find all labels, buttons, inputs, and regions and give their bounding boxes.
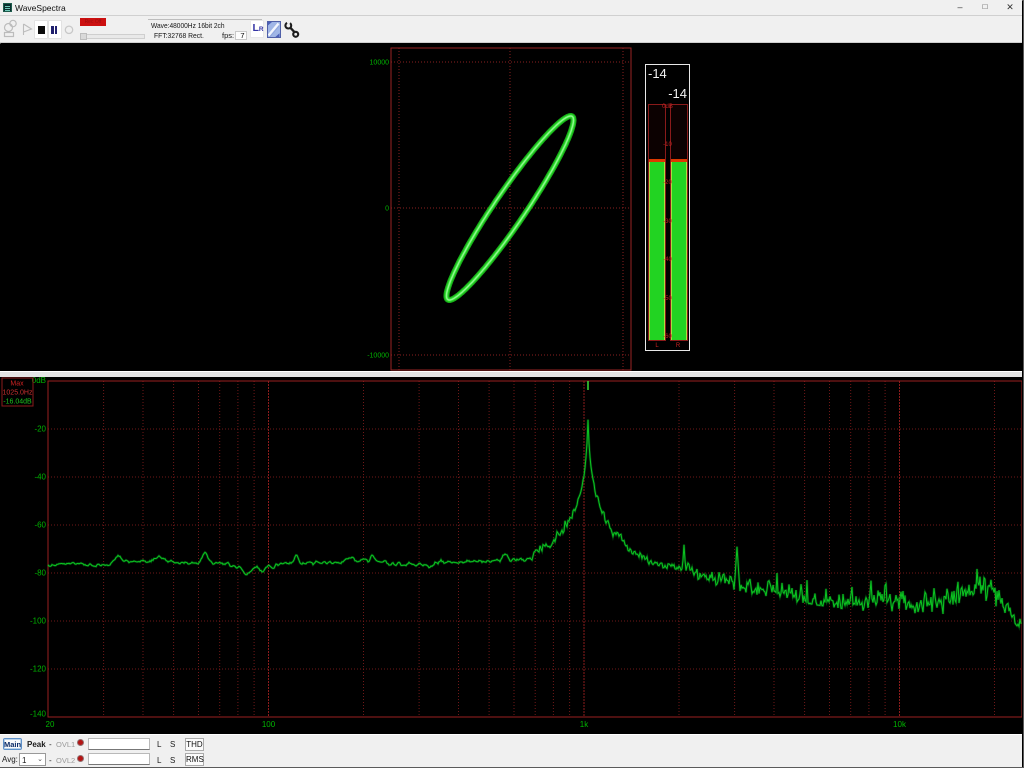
- svg-text:Max: Max: [10, 381, 24, 388]
- svg-text:100: 100: [262, 720, 276, 729]
- svg-text:-10000: -10000: [367, 353, 389, 360]
- svg-text:1025.0Hz: 1025.0Hz: [3, 390, 33, 397]
- svg-text:20: 20: [46, 720, 55, 729]
- svg-text:-40: -40: [34, 473, 46, 482]
- svg-text:10000: 10000: [370, 60, 390, 67]
- svg-text:0dB: 0dB: [32, 377, 46, 385]
- svg-text:-16.04dB: -16.04dB: [3, 399, 32, 406]
- svg-text:-80: -80: [34, 569, 46, 578]
- svg-text:1k: 1k: [580, 720, 589, 729]
- svg-text:0: 0: [385, 206, 389, 213]
- svg-text:-100: -100: [30, 617, 47, 626]
- svg-text:-20: -20: [34, 425, 46, 434]
- svg-text:-120: -120: [30, 665, 47, 674]
- svg-text:10k: 10k: [893, 720, 907, 729]
- svg-text:-140: -140: [30, 710, 47, 719]
- svg-text:-60: -60: [34, 521, 46, 530]
